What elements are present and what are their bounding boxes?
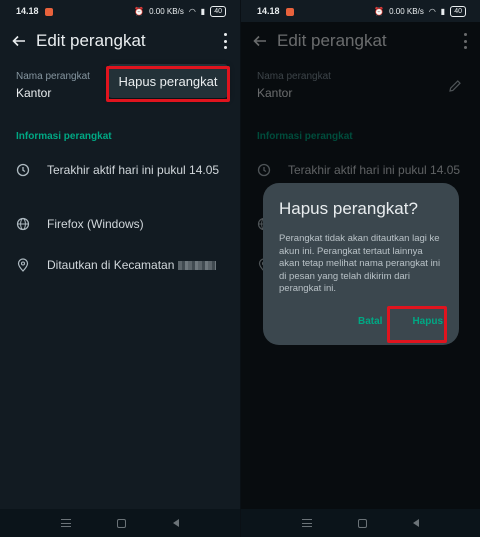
nav-back-icon[interactable]: [413, 519, 419, 527]
page-title: Edit perangkat: [36, 31, 146, 50]
status-time: 14.18: [16, 6, 39, 16]
battery-indicator: 40: [210, 5, 226, 17]
alarm-icon: ⏰: [374, 6, 385, 16]
status-time: 14.18: [257, 6, 280, 16]
device-name-value: Kantor: [16, 86, 52, 100]
home-icon[interactable]: [358, 518, 367, 528]
dialog-message: Perangkat tidak akan ditautkan lagi ke a…: [279, 233, 441, 294]
device-name-label: Nama perangkat: [16, 71, 90, 82]
notification-icon: [44, 8, 53, 16]
signal-icon: ▮: [440, 6, 446, 16]
wifi-icon: ◠: [188, 6, 196, 16]
network-speed: 0.00 KB/s: [149, 6, 184, 16]
notification-icon: [285, 8, 294, 16]
last-active-row: Terakhir aktif hari ini pukul 14.05: [16, 162, 230, 178]
system-nav-bar: [0, 509, 240, 537]
app-bar: Edit perangkat: [0, 22, 240, 60]
browser-row: Firefox (Windows): [16, 216, 230, 232]
status-bar: 14.18 ⏰ 0.00 KB/s ◠ ▮ 40: [0, 0, 240, 22]
last-active-text: Terakhir aktif hari ini pukul 14.05: [47, 163, 220, 177]
status-bar: 14.18 ⏰ 0.00 KB/s ◠ ▮ 40: [241, 0, 480, 22]
highlight-box-menu: [106, 66, 230, 102]
recent-apps-icon[interactable]: [61, 519, 72, 527]
network-speed: 0.00 KB/s: [389, 6, 424, 16]
highlight-box-confirm: [387, 306, 447, 343]
browser-text: Firefox (Windows): [47, 217, 144, 231]
location-text: Ditautkan di Kecamatan: [47, 257, 230, 273]
signal-icon: ▮: [200, 6, 206, 16]
wifi-icon: ◠: [428, 6, 436, 16]
battery-indicator: 40: [450, 5, 466, 17]
status-icons: ⏰ 0.00 KB/s ◠ ▮ 40: [374, 5, 466, 17]
section-header: Informasi perangkat: [16, 131, 112, 142]
redacted-location: [178, 261, 217, 271]
left-screen: 14.18 ⏰ 0.00 KB/s ◠ ▮ 40 Edit perangkat …: [0, 0, 240, 537]
clock-icon: [16, 163, 30, 177]
alarm-icon: ⏰: [134, 6, 145, 16]
recent-apps-icon[interactable]: [302, 519, 312, 527]
nav-back-icon[interactable]: [172, 519, 179, 527]
location-label: Ditautkan di Kecamatan: [47, 258, 175, 272]
home-icon[interactable]: [117, 518, 127, 528]
location-pin-icon: [16, 258, 30, 272]
dialog-title: Hapus perangkat?: [279, 199, 418, 218]
back-arrow-icon[interactable]: [10, 32, 28, 50]
system-nav-bar: [241, 509, 480, 537]
more-vert-icon[interactable]: [222, 33, 228, 49]
status-icons: ⏰ 0.00 KB/s ◠ ▮ 40: [134, 5, 226, 17]
globe-icon: [16, 217, 30, 231]
right-screen: 14.18 ⏰ 0.00 KB/s ◠ ▮ 40 Edit perangkat …: [240, 0, 480, 537]
location-row: Ditautkan di Kecamatan: [16, 257, 230, 273]
cancel-button[interactable]: Batal: [358, 316, 382, 327]
device-name-field[interactable]: Nama perangkat Kantor: [16, 71, 90, 100]
